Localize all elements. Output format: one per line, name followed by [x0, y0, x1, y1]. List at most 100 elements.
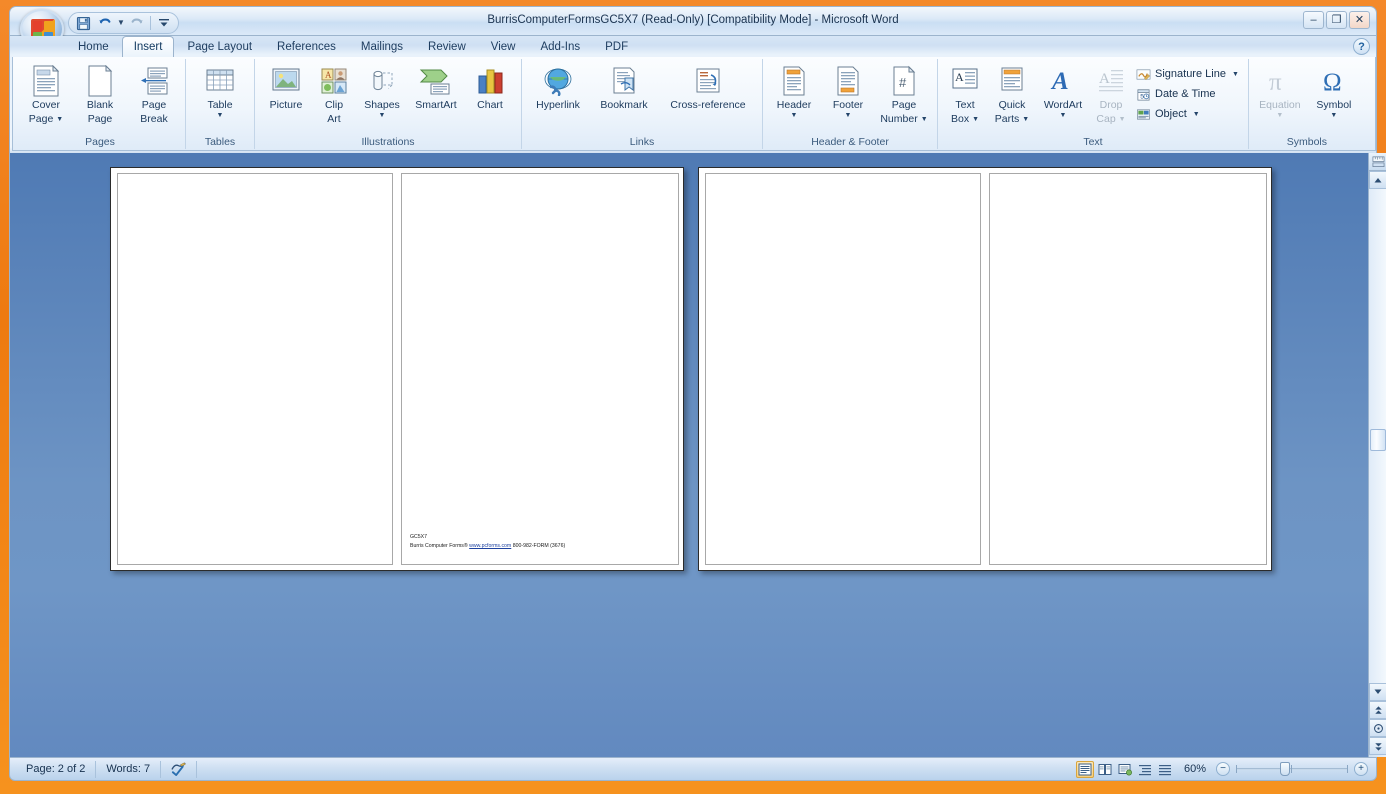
view-draft-button[interactable] [1156, 761, 1174, 778]
select-browse-object-button[interactable] [1369, 719, 1386, 737]
scrollbar-thumb[interactable] [1370, 429, 1386, 451]
word-count[interactable]: Words: 7 [96, 760, 162, 778]
text-box-dropdown-icon[interactable]: ▼ [972, 116, 979, 123]
restore-button[interactable]: ❐ [1326, 11, 1347, 29]
view-outline-button[interactable] [1136, 761, 1154, 778]
page-number-button[interactable]: # Page Number ▼ [876, 61, 932, 125]
svg-text:#: # [899, 75, 907, 90]
clip-art-button[interactable]: A Clip Art [314, 61, 354, 125]
zoom-level-label[interactable]: 60% [1176, 763, 1214, 775]
smartart-button[interactable]: SmartArt [410, 61, 462, 112]
cross-reference-button[interactable]: Cross-reference [659, 61, 757, 112]
quick-parts-dropdown-icon[interactable]: ▼ [1022, 116, 1029, 123]
ribbon-group-text: A Text Box ▼ Quick Parts ▼ A WordArt ▼ A… [938, 59, 1249, 149]
scroll-down-button[interactable] [1369, 683, 1386, 701]
help-icon[interactable]: ? [1353, 38, 1370, 55]
company-name: Burris Computer Forms® [410, 543, 470, 549]
object-dropdown-icon[interactable]: ▼ [1193, 111, 1200, 118]
tab-mailings[interactable]: Mailings [349, 36, 415, 58]
zoom-slider-handle[interactable] [1280, 762, 1290, 776]
shapes-dropdown-icon[interactable]: ▼ [379, 112, 386, 119]
cover-page-button[interactable]: Cover Page ▼ [20, 61, 72, 125]
table-button[interactable]: Table ▼ [191, 61, 249, 119]
view-full-screen-reading-button[interactable] [1096, 761, 1114, 778]
text-box-label-line1: Text [955, 99, 975, 111]
page-break-button[interactable]: Page Break [128, 61, 180, 125]
proofing-status[interactable] [161, 760, 198, 778]
signature-line-dropdown-icon[interactable]: ▼ [1232, 71, 1239, 78]
header-button[interactable]: Header ▼ [768, 61, 820, 119]
status-bar: Page: 2 of 2 Words: 7 60% − + [9, 757, 1377, 781]
close-button[interactable]: ✕ [1349, 11, 1370, 29]
header-dropdown-icon[interactable]: ▼ [791, 112, 798, 119]
next-page-button[interactable] [1369, 737, 1386, 755]
ribbon: Home Insert Page Layout References Maili… [9, 36, 1377, 153]
group-label-pages: Pages [85, 136, 115, 148]
cover-page-dropdown-icon[interactable]: ▼ [56, 116, 63, 123]
smartart-icon [419, 64, 453, 98]
zoom-slider-rail [1236, 768, 1348, 770]
blank-page-button[interactable]: Blank Page [74, 61, 126, 125]
document-spread-2[interactable] [698, 167, 1272, 571]
ribbon-group-symbols: π Equation ▼ Ω Symbol ▼ Symbols [1249, 59, 1365, 149]
redo-icon[interactable] [127, 14, 147, 32]
tab-review[interactable]: Review [416, 36, 478, 58]
document-workspace[interactable]: GC5X7 Burris Computer Forms® www.pcforms… [9, 153, 1377, 757]
shapes-button[interactable]: Shapes ▼ [356, 61, 408, 119]
wordart-button[interactable]: A WordArt ▼ [1037, 61, 1089, 119]
page-indicator[interactable]: Page: 2 of 2 [16, 760, 97, 778]
tab-pdf[interactable]: PDF [593, 36, 640, 58]
undo-dropdown-icon[interactable]: ▼ [117, 19, 125, 27]
document-page-2[interactable]: GC5X7 Burris Computer Forms® www.pcforms… [401, 173, 679, 565]
date-and-time-button[interactable]: 5 Date & Time [1133, 85, 1243, 103]
svg-text:A: A [325, 70, 332, 80]
wordart-icon: A [1048, 64, 1078, 98]
quick-parts-icon [998, 64, 1026, 98]
tab-view[interactable]: View [479, 36, 528, 58]
document-page-4[interactable] [989, 173, 1267, 565]
scrollbar-track[interactable] [1369, 189, 1386, 683]
symbol-button[interactable]: Ω Symbol ▼ [1308, 61, 1360, 119]
tab-home[interactable]: Home [66, 36, 121, 58]
customize-quick-access-toolbar-icon[interactable] [154, 14, 174, 32]
page-number-dropdown-icon[interactable]: ▼ [921, 116, 928, 123]
wordart-dropdown-icon[interactable]: ▼ [1060, 112, 1067, 119]
drop-cap-dropdown-icon: ▼ [1118, 115, 1126, 123]
zoom-out-button[interactable]: − [1216, 762, 1230, 776]
scroll-up-button[interactable] [1369, 171, 1386, 189]
tab-insert[interactable]: Insert [121, 36, 175, 58]
undo-icon[interactable] [95, 14, 115, 32]
signature-line-button[interactable]: Signature Line ▼ [1133, 65, 1243, 83]
footer-dropdown-icon[interactable]: ▼ [845, 112, 852, 119]
company-website-link[interactable]: www.pcforms.com [469, 543, 511, 549]
table-label: Table [207, 99, 233, 111]
view-ruler-icon[interactable] [1369, 153, 1386, 171]
previous-page-button[interactable] [1369, 701, 1386, 719]
table-dropdown-icon[interactable]: ▼ [217, 112, 224, 119]
vertical-scrollbar[interactable] [1368, 153, 1386, 757]
object-button[interactable]: Object ▼ [1133, 105, 1243, 123]
tab-references[interactable]: References [265, 36, 348, 58]
footer-button[interactable]: Footer ▼ [822, 61, 874, 119]
save-icon[interactable] [73, 14, 93, 32]
zoom-slider[interactable] [1236, 762, 1348, 776]
document-spread-1[interactable]: GC5X7 Burris Computer Forms® www.pcforms… [110, 167, 684, 571]
bookmark-button[interactable]: Bookmark [591, 61, 657, 112]
tab-page-layout[interactable]: Page Layout [175, 36, 264, 58]
view-web-layout-button[interactable] [1116, 761, 1134, 778]
document-page-1[interactable] [117, 173, 393, 565]
minimize-button[interactable]: – [1303, 11, 1324, 29]
shapes-label: Shapes [364, 99, 400, 111]
document-page-3[interactable] [705, 173, 981, 565]
picture-button[interactable]: Picture [260, 61, 312, 112]
hyperlink-button[interactable]: Hyperlink [527, 61, 589, 112]
page-number-label-line2: Number [880, 112, 918, 125]
shapes-icon [366, 64, 398, 98]
text-box-button[interactable]: A Text Box ▼ [943, 61, 987, 125]
view-print-layout-button[interactable] [1075, 760, 1094, 778]
tab-add-ins[interactable]: Add-Ins [528, 36, 592, 58]
quick-parts-button[interactable]: Quick Parts ▼ [989, 61, 1035, 125]
zoom-in-button[interactable]: + [1354, 762, 1368, 776]
symbol-dropdown-icon[interactable]: ▼ [1330, 112, 1337, 119]
chart-button[interactable]: Chart [464, 61, 516, 112]
